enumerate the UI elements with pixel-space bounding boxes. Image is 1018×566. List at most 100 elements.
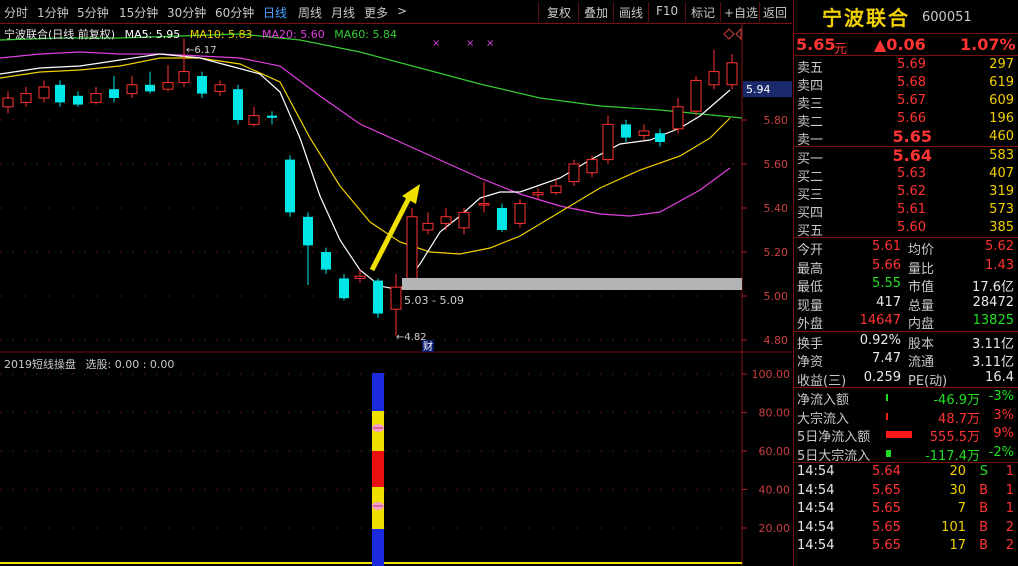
- tick-side: S: [979, 464, 988, 479]
- tab-daily[interactable]: 日线: [263, 4, 287, 21]
- flow-row: 5日净流入额 555.5万 9%: [794, 425, 1018, 445]
- price-label: 4.80: [764, 334, 789, 347]
- flow-label: 净流入额: [797, 393, 850, 408]
- tick-side: B: [979, 538, 988, 553]
- candle-up: [2, 97, 14, 108]
- stat-label: 外盘: [797, 317, 824, 332]
- mark-button[interactable]: 标记: [691, 4, 715, 21]
- flow-bar: [886, 394, 888, 401]
- bid-row: 买三 5.62 319: [794, 183, 1018, 203]
- price-label: 5.40: [764, 202, 789, 215]
- tab-weekly[interactable]: 周线: [298, 4, 322, 21]
- fund-value: 3.11亿: [972, 336, 1014, 352]
- tick-price: 5.65: [872, 482, 901, 498]
- candle-up: [568, 163, 580, 183]
- toolbar-divider: [720, 2, 721, 22]
- fund-label: 股本: [908, 336, 935, 352]
- candle-up: [440, 216, 452, 224]
- ask-label: 卖一: [797, 133, 824, 148]
- quote-stats: 今开 5.61 均价 5.62 最高 5.66 量比 1.43 最低 5.55 市值 17.6亿 现量 4…: [794, 238, 1018, 332]
- bid-row: 买五 5.60 385: [794, 219, 1018, 239]
- bid-price: 5.61: [897, 202, 926, 217]
- bid-volume: 583: [989, 148, 1014, 163]
- stat-value: 5.55: [872, 276, 901, 291]
- candle-down: [321, 252, 331, 270]
- tab-15min[interactable]: 15分钟: [119, 4, 158, 21]
- add-favorite-button[interactable]: +自选: [724, 4, 758, 21]
- f10-button[interactable]: F10: [656, 4, 678, 18]
- tab-5min[interactable]: 5分钟: [77, 4, 109, 21]
- tick-count: 1: [1005, 464, 1014, 479]
- candle-up: [214, 84, 226, 92]
- bid-volume: 573: [989, 202, 1014, 217]
- fundamentals: 换手 0.92% 股本 3.11亿 净资 7.47 流通 3.11亿 收益(三) 0.259 PE(…: [794, 332, 1018, 389]
- price-label: 5.80: [764, 114, 789, 127]
- candle-down: [55, 84, 65, 103]
- bid-price: 5.64: [892, 146, 932, 165]
- candle-down: [373, 280, 383, 314]
- fundamental-row: 换手 0.92% 股本 3.11亿: [794, 332, 1018, 352]
- tab-fenshi[interactable]: 分时: [4, 4, 28, 21]
- bid-row: 买一 5.64 583: [794, 146, 1018, 167]
- toolbar-divider: [685, 2, 686, 22]
- candle-down: [339, 278, 349, 299]
- moving-average-lines: [0, 33, 743, 291]
- fuquan-button[interactable]: 复权: [547, 4, 571, 21]
- tick-volume: 30: [949, 482, 966, 498]
- flow-bar: [886, 449, 891, 457]
- indicator-axis-label: 100.00: [752, 368, 791, 381]
- stat-row: 今开 5.61 均价 5.62: [794, 238, 1018, 258]
- chart-toolbar: 分时 1分钟 5分钟 15分钟 30分钟 60分钟 日线 周线 月线 更多 > …: [0, 0, 792, 24]
- ma5-label: MA5: 5.95: [124, 28, 181, 41]
- tick-list[interactable]: 14:54 5.64 20 S 1 14:54 5.65 30 B 1 14:54 5.65 7 B 1 14…: [794, 463, 1018, 556]
- tab-1min[interactable]: 1分钟: [37, 4, 69, 21]
- fund-label: PE(动): [908, 373, 948, 389]
- candle-up: [550, 185, 562, 194]
- candle-up: [602, 123, 614, 161]
- tab-more[interactable]: 更多: [364, 4, 388, 21]
- tab-monthly[interactable]: 月线: [331, 4, 355, 21]
- indicator-axis-label: 20.00: [759, 522, 791, 535]
- up-arrow-shaft: [369, 194, 413, 272]
- flow-bar: [886, 412, 888, 420]
- draw-line-button[interactable]: 画线: [619, 4, 643, 21]
- candle-up: [248, 115, 260, 125]
- flow-row: 净流入额 -46.9万 -3%: [794, 388, 1018, 408]
- candle-down: [145, 84, 155, 92]
- bid-label: 买五: [797, 224, 824, 239]
- indicator-axis-label: 40.00: [759, 484, 791, 497]
- ask-row: 卖一 5.65 460: [794, 127, 1018, 148]
- kline-chart[interactable]: 5.80 5.60 5.40 5.20 5.00 4.80 5.94 5.03 - 5.09…: [0, 24, 792, 566]
- stat-row: 外盘 14647 内盘 13825: [794, 312, 1018, 332]
- flow-value: -117.4万: [925, 448, 980, 464]
- fund-value: 7.47: [872, 351, 901, 366]
- flow-value: 48.7万: [938, 411, 980, 427]
- bid-price: 5.63: [897, 166, 926, 181]
- more-arrow-icon[interactable]: >: [397, 4, 407, 18]
- tick-count: 1: [1005, 482, 1014, 498]
- tick-row: 14:54 5.64 20 S 1: [794, 463, 1018, 482]
- tick-row: 14:54 5.65 101 B 2: [794, 519, 1018, 538]
- diamond-icon: [723, 28, 735, 40]
- price-change-pct: 1.07%: [960, 35, 1016, 54]
- fund-label: 流通: [908, 355, 935, 370]
- tick-time: 14:54: [797, 482, 835, 498]
- ask-volume: 460: [989, 129, 1014, 144]
- fund-value: 3.11亿: [972, 355, 1014, 370]
- stat-value: 5.61: [872, 239, 901, 254]
- candle-up: [638, 130, 650, 136]
- back-button[interactable]: 返回: [763, 4, 787, 21]
- candle-up: [354, 275, 366, 279]
- toolbar-divider: [613, 2, 614, 22]
- tab-60min[interactable]: 60分钟: [215, 4, 254, 21]
- ask-volume: 297: [989, 57, 1014, 72]
- ask-book: 卖五 5.69 297 卖四 5.68 619 卖三 5.67 609 卖二 5.66 196 卖一 5.…: [794, 56, 1018, 148]
- tab-30min[interactable]: 30分钟: [167, 4, 206, 21]
- candle-up: [162, 82, 174, 90]
- overlay-button[interactable]: 叠加: [584, 4, 608, 21]
- ask-price: 5.67: [897, 93, 926, 108]
- toolbar-divider: [578, 2, 579, 22]
- stat-value: 5.62: [985, 239, 1014, 254]
- flow-label: 5日大宗流入: [797, 448, 871, 464]
- bid-volume: 385: [989, 220, 1014, 235]
